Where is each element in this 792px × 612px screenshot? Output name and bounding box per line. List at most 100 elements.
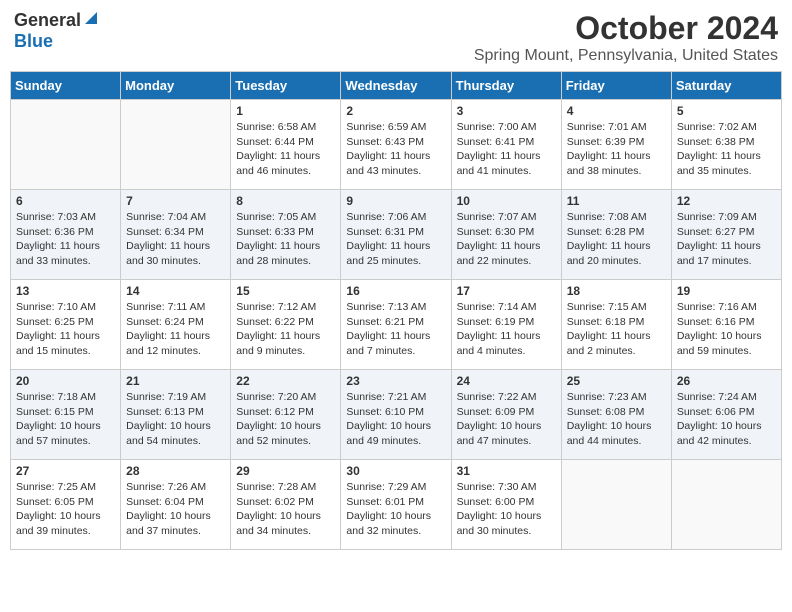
- calendar-cell: 31 Sunrise: 7:30 AM Sunset: 6:00 PM Dayli…: [451, 460, 561, 550]
- header-day-tuesday: Tuesday: [231, 72, 341, 100]
- calendar-cell: 30 Sunrise: 7:29 AM Sunset: 6:01 PM Dayli…: [341, 460, 451, 550]
- day-info: Sunrise: 7:18 AM Sunset: 6:15 PM Dayligh…: [16, 390, 115, 449]
- header-day-friday: Friday: [561, 72, 671, 100]
- day-info: Sunrise: 7:09 AM Sunset: 6:27 PM Dayligh…: [677, 210, 776, 269]
- logo: General Blue: [14, 10, 99, 52]
- day-number: 24: [457, 374, 556, 388]
- day-number: 19: [677, 284, 776, 298]
- day-number: 5: [677, 104, 776, 118]
- day-info: Sunrise: 6:59 AM Sunset: 6:43 PM Dayligh…: [346, 120, 445, 179]
- title-block: October 2024 Spring Mount, Pennsylvania,…: [474, 10, 778, 65]
- day-number: 28: [126, 464, 225, 478]
- day-info: Sunrise: 7:14 AM Sunset: 6:19 PM Dayligh…: [457, 300, 556, 359]
- day-info: Sunrise: 7:03 AM Sunset: 6:36 PM Dayligh…: [16, 210, 115, 269]
- day-number: 7: [126, 194, 225, 208]
- day-number: 25: [567, 374, 666, 388]
- calendar-cell: 12 Sunrise: 7:09 AM Sunset: 6:27 PM Dayli…: [671, 190, 781, 280]
- day-number: 10: [457, 194, 556, 208]
- day-info: Sunrise: 7:24 AM Sunset: 6:06 PM Dayligh…: [677, 390, 776, 449]
- day-info: Sunrise: 7:20 AM Sunset: 6:12 PM Dayligh…: [236, 390, 335, 449]
- day-info: Sunrise: 7:00 AM Sunset: 6:41 PM Dayligh…: [457, 120, 556, 179]
- calendar-cell: 24 Sunrise: 7:22 AM Sunset: 6:09 PM Dayli…: [451, 370, 561, 460]
- calendar-cell: 13 Sunrise: 7:10 AM Sunset: 6:25 PM Dayli…: [11, 280, 121, 370]
- day-info: Sunrise: 7:25 AM Sunset: 6:05 PM Dayligh…: [16, 480, 115, 539]
- day-number: 12: [677, 194, 776, 208]
- day-number: 1: [236, 104, 335, 118]
- calendar-cell: 19Sunrise: 7:16 AM Sunset: 6:16 PM Dayli…: [671, 280, 781, 370]
- day-number: 23: [346, 374, 445, 388]
- day-number: 27: [16, 464, 115, 478]
- day-info: Sunrise: 7:06 AM Sunset: 6:31 PM Dayligh…: [346, 210, 445, 269]
- calendar-cell: 20 Sunrise: 7:18 AM Sunset: 6:15 PM Dayli…: [11, 370, 121, 460]
- day-info: Sunrise: 7:07 AM Sunset: 6:30 PM Dayligh…: [457, 210, 556, 269]
- day-info: Sunrise: 6:58 AM Sunset: 6:44 PM Dayligh…: [236, 120, 335, 179]
- calendar-cell: 7Sunrise: 7:04 AM Sunset: 6:34 PM Daylig…: [121, 190, 231, 280]
- calendar-cell: 11 Sunrise: 7:08 AM Sunset: 6:28 PM Dayli…: [561, 190, 671, 280]
- day-number: 26: [677, 374, 776, 388]
- week-row-5: 27 Sunrise: 7:25 AM Sunset: 6:05 PM Dayli…: [11, 460, 782, 550]
- header-day-sunday: Sunday: [11, 72, 121, 100]
- calendar-cell: 10 Sunrise: 7:07 AM Sunset: 6:30 PM Dayli…: [451, 190, 561, 280]
- logo-general: General: [14, 10, 81, 31]
- day-number: 18: [567, 284, 666, 298]
- day-number: 15: [236, 284, 335, 298]
- day-info: Sunrise: 7:21 AM Sunset: 6:10 PM Dayligh…: [346, 390, 445, 449]
- day-info: Sunrise: 7:15 AM Sunset: 6:18 PM Dayligh…: [567, 300, 666, 359]
- day-number: 17: [457, 284, 556, 298]
- calendar-cell: 25 Sunrise: 7:23 AM Sunset: 6:08 PM Dayli…: [561, 370, 671, 460]
- calendar-cell: 1 Sunrise: 6:58 AM Sunset: 6:44 PM Daylig…: [231, 100, 341, 190]
- calendar-cell: 27 Sunrise: 7:25 AM Sunset: 6:05 PM Dayli…: [11, 460, 121, 550]
- day-number: 11: [567, 194, 666, 208]
- day-number: 16: [346, 284, 445, 298]
- logo-blue: Blue: [14, 31, 53, 51]
- day-number: 20: [16, 374, 115, 388]
- calendar-cell: 5Sunrise: 7:02 AM Sunset: 6:38 PM Daylig…: [671, 100, 781, 190]
- day-number: 4: [567, 104, 666, 118]
- calendar-cell: 18 Sunrise: 7:15 AM Sunset: 6:18 PM Dayli…: [561, 280, 671, 370]
- day-info: Sunrise: 7:10 AM Sunset: 6:25 PM Dayligh…: [16, 300, 115, 359]
- logo-triangle-icon: [83, 10, 99, 26]
- day-number: 22: [236, 374, 335, 388]
- calendar-cell: [11, 100, 121, 190]
- calendar-cell: 29Sunrise: 7:28 AM Sunset: 6:02 PM Dayli…: [231, 460, 341, 550]
- day-info: Sunrise: 7:11 AM Sunset: 6:24 PM Dayligh…: [126, 300, 225, 359]
- calendar-cell: 9 Sunrise: 7:06 AM Sunset: 6:31 PM Daylig…: [341, 190, 451, 280]
- calendar-cell: 3Sunrise: 7:00 AM Sunset: 6:41 PM Daylig…: [451, 100, 561, 190]
- day-number: 6: [16, 194, 115, 208]
- calendar-cell: 26 Sunrise: 7:24 AM Sunset: 6:06 PM Dayli…: [671, 370, 781, 460]
- day-info: Sunrise: 7:01 AM Sunset: 6:39 PM Dayligh…: [567, 120, 666, 179]
- calendar-cell: 23 Sunrise: 7:21 AM Sunset: 6:10 PM Dayli…: [341, 370, 451, 460]
- day-info: Sunrise: 7:22 AM Sunset: 6:09 PM Dayligh…: [457, 390, 556, 449]
- header-day-thursday: Thursday: [451, 72, 561, 100]
- day-number: 13: [16, 284, 115, 298]
- day-info: Sunrise: 7:12 AM Sunset: 6:22 PM Dayligh…: [236, 300, 335, 359]
- calendar-table: SundayMondayTuesdayWednesdayThursdayFrid…: [10, 71, 782, 550]
- day-info: Sunrise: 7:08 AM Sunset: 6:28 PM Dayligh…: [567, 210, 666, 269]
- calendar-cell: 4 Sunrise: 7:01 AM Sunset: 6:39 PM Daylig…: [561, 100, 671, 190]
- day-info: Sunrise: 7:13 AM Sunset: 6:21 PM Dayligh…: [346, 300, 445, 359]
- header-day-saturday: Saturday: [671, 72, 781, 100]
- month-title: October 2024: [474, 10, 778, 47]
- calendar-cell: 8Sunrise: 7:05 AM Sunset: 6:33 PM Daylig…: [231, 190, 341, 280]
- calendar-cell: 14 Sunrise: 7:11 AM Sunset: 6:24 PM Dayli…: [121, 280, 231, 370]
- calendar-cell: 16 Sunrise: 7:13 AM Sunset: 6:21 PM Dayli…: [341, 280, 451, 370]
- location-title: Spring Mount, Pennsylvania, United State…: [474, 47, 778, 65]
- calendar-cell: 15 Sunrise: 7:12 AM Sunset: 6:22 PM Dayli…: [231, 280, 341, 370]
- day-info: Sunrise: 7:26 AM Sunset: 6:04 PM Dayligh…: [126, 480, 225, 539]
- calendar-cell: 2Sunrise: 6:59 AM Sunset: 6:43 PM Daylig…: [341, 100, 451, 190]
- day-info: Sunrise: 7:28 AM Sunset: 6:02 PM Dayligh…: [236, 480, 335, 539]
- day-number: 14: [126, 284, 225, 298]
- calendar-cell: 6 Sunrise: 7:03 AM Sunset: 6:36 PM Daylig…: [11, 190, 121, 280]
- calendar-cell: [671, 460, 781, 550]
- day-info: Sunrise: 7:05 AM Sunset: 6:33 PM Dayligh…: [236, 210, 335, 269]
- day-number: 31: [457, 464, 556, 478]
- week-row-3: 13 Sunrise: 7:10 AM Sunset: 6:25 PM Dayli…: [11, 280, 782, 370]
- header-row: SundayMondayTuesdayWednesdayThursdayFrid…: [11, 72, 782, 100]
- day-info: Sunrise: 7:23 AM Sunset: 6:08 PM Dayligh…: [567, 390, 666, 449]
- day-info: Sunrise: 7:30 AM Sunset: 6:00 PM Dayligh…: [457, 480, 556, 539]
- day-info: Sunrise: 7:29 AM Sunset: 6:01 PM Dayligh…: [346, 480, 445, 539]
- day-number: 30: [346, 464, 445, 478]
- day-number: 9: [346, 194, 445, 208]
- calendar-cell: 22 Sunrise: 7:20 AM Sunset: 6:12 PM Dayli…: [231, 370, 341, 460]
- calendar-cell: 17 Sunrise: 7:14 AM Sunset: 6:19 PM Dayli…: [451, 280, 561, 370]
